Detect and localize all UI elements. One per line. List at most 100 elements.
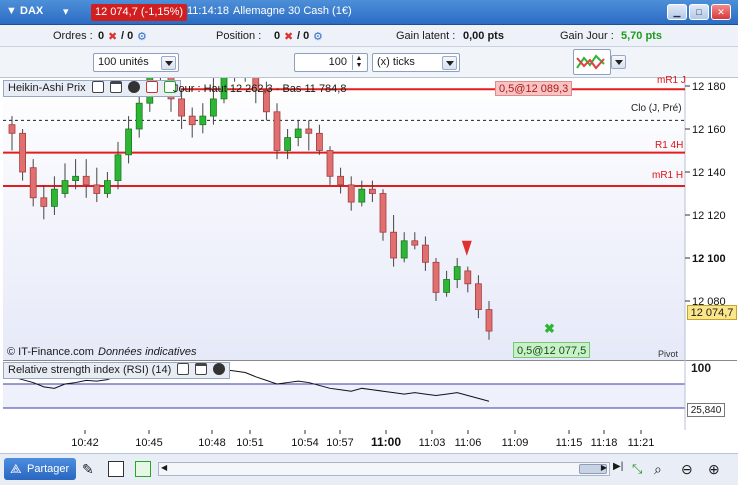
- clo-label: Clo (J, Pré): [631, 103, 682, 114]
- time-tick-label: 10:57: [326, 437, 354, 449]
- candle-body: [72, 175, 79, 182]
- candle-body: [379, 193, 387, 233]
- rsi-chart-panel[interactable]: Relative strength index (RSI) (14) 100 2…: [3, 360, 737, 430]
- window-icon[interactable]: [195, 363, 208, 375]
- price-tick-label: 12 180: [692, 81, 726, 93]
- candle-body: [453, 266, 461, 280]
- sell-order-label[interactable]: 0,5@12 089,3: [495, 81, 573, 96]
- share-button[interactable]: ⟁ Partager: [4, 458, 76, 480]
- time-tick-label: 11:03: [419, 437, 446, 449]
- maximize-button[interactable]: □: [689, 4, 709, 20]
- scroll-right-icon[interactable]: ▶: [601, 463, 607, 472]
- scroll-end-icon[interactable]: ▶|: [613, 461, 629, 477]
- zoom-out-icon[interactable]: ⊖: [681, 461, 697, 477]
- candle-body: [82, 175, 90, 186]
- last-price-tag: 12 074,7: [687, 305, 737, 320]
- rsi-panel-title: Relative strength index (RSI) (14): [3, 362, 231, 379]
- cancel-orders-icon[interactable]: ✖: [108, 30, 117, 43]
- chevron-down-icon[interactable]: [161, 56, 176, 70]
- candle-body: [125, 128, 132, 156]
- close-panel-icon[interactable]: [213, 363, 226, 375]
- price-chart-panel[interactable]: 12 180 12 160 12 140 12 120 12 100 12 080 Hei…: [3, 47, 737, 360]
- time-tick-label: 11:18: [591, 437, 618, 449]
- candle-body: [337, 175, 345, 186]
- instrument-name: Allemagne 30 Cash (1€): [233, 5, 352, 17]
- candle-body: [19, 132, 27, 173]
- candle-body: [93, 184, 101, 194]
- orders-value-2: / 0: [121, 30, 134, 42]
- wrench-icon[interactable]: [91, 81, 104, 93]
- candle-body: [8, 124, 16, 134]
- candle-body: [284, 137, 292, 151]
- window-menu-icon[interactable]: ▼: [6, 5, 17, 17]
- drawing-tools-icon[interactable]: ✎: [82, 461, 98, 477]
- quantity-select[interactable]: 100 unités: [93, 53, 179, 72]
- price-tick-label: 12 120: [692, 210, 726, 222]
- chevron-down-icon[interactable]: [442, 56, 457, 70]
- candle-body: [326, 150, 334, 177]
- ticks-unit-select[interactable]: (x) ticks: [372, 53, 460, 72]
- clock-time: 11:14:18: [187, 5, 230, 17]
- price-panel-title: Heikin-Ashi Prix: [3, 80, 181, 97]
- chevron-down-icon[interactable]: [611, 55, 626, 69]
- latent-gain-label: Gain latent :: [396, 30, 456, 42]
- candle-body: [188, 115, 196, 126]
- price-panel-title-text: Heikin-Ashi Prix: [8, 82, 86, 94]
- orders-list-icon[interactable]: [135, 461, 151, 477]
- minimize-button[interactable]: ▁: [667, 4, 687, 20]
- candle-body: [104, 180, 111, 194]
- candle-body: [358, 188, 366, 203]
- bottom-toolbar: ⟁ Partager ✎ ◀ ▶ ▶| ⤡ ⌕ ⊖ ⊕: [0, 453, 738, 485]
- zoom-fit-icon[interactable]: ⌕: [654, 461, 670, 477]
- candle-body: [40, 197, 48, 207]
- price-tick-label: 12 100: [692, 253, 726, 265]
- sell-arrow-icon[interactable]: [145, 81, 158, 93]
- share-label: Partager: [27, 463, 70, 475]
- symbol-label: DAX: [20, 5, 44, 17]
- latent-gain-value: 0,00 pts: [463, 30, 504, 42]
- day-gain-label: Gain Jour :: [560, 30, 614, 42]
- close-panel-icon[interactable]: [127, 81, 140, 93]
- candle-body: [390, 231, 398, 259]
- auto-scroll-icon[interactable]: ⤡: [632, 461, 648, 477]
- zoom-in-icon[interactable]: ⊕: [708, 461, 724, 477]
- position-settings-icon[interactable]: ⚙: [313, 30, 323, 43]
- close-button[interactable]: ✕: [711, 4, 731, 20]
- time-tick-label: 10:45: [135, 437, 163, 449]
- candle-body: [315, 132, 323, 151]
- candle-body: [411, 240, 419, 246]
- price-tick-label: 12 140: [692, 167, 726, 179]
- positions-toolbar: Ordres : 0 ✖ / 0 ⚙ Position : 0 ✖ / 0 ⚙ …: [0, 25, 738, 47]
- price-chart[interactable]: 12 18012 16012 14012 12012 10012 080: [3, 47, 737, 360]
- rsi-level-100: 100: [691, 361, 712, 375]
- indicators-icon[interactable]: [108, 461, 124, 477]
- orders-label: Ordres :: [53, 30, 93, 42]
- trading-chart-icon[interactable]: [573, 49, 611, 75]
- wrench-icon[interactable]: [177, 363, 190, 375]
- rsi-panel-title-text: Relative strength index (RSI) (14): [8, 364, 172, 376]
- ticks-stepper-icon[interactable]: ▲ ▼: [352, 55, 365, 70]
- day-high-low-info: Jour : Haut 12 262,3 - Bas 11 784,8: [173, 83, 347, 95]
- window-icon[interactable]: [109, 81, 122, 93]
- candle-body: [178, 98, 186, 117]
- scroll-left-icon[interactable]: ◀: [161, 463, 167, 472]
- ticks-input[interactable]: 100 ▲ ▼: [294, 53, 368, 72]
- candle-body: [443, 279, 451, 293]
- candle-body: [135, 102, 143, 130]
- time-tick-label: 11:09: [502, 437, 529, 449]
- copyright-text: © IT-Finance.com: [7, 346, 94, 358]
- r14h-label: R1 4H: [655, 140, 684, 151]
- orders-settings-icon[interactable]: ⚙: [137, 30, 147, 43]
- time-tick-label: 10:42: [71, 437, 99, 449]
- target-x-icon[interactable]: ✖: [544, 321, 555, 337]
- dropdown-arrow-icon[interactable]: ▾: [63, 5, 69, 18]
- mr1j-label: mR1 J: [657, 75, 686, 86]
- position-value-2: / 0: [297, 30, 310, 42]
- close-position-icon[interactable]: ✖: [284, 30, 293, 43]
- candle-body: [273, 111, 281, 151]
- time-tick-label: 10:51: [236, 437, 264, 449]
- horizontal-scrollbar[interactable]: ◀ ▶: [158, 462, 610, 476]
- buy-order-label[interactable]: 0,5@12 077,5: [513, 342, 591, 358]
- orders-value: 0: [98, 30, 105, 42]
- time-tick-label: 11:06: [455, 437, 482, 449]
